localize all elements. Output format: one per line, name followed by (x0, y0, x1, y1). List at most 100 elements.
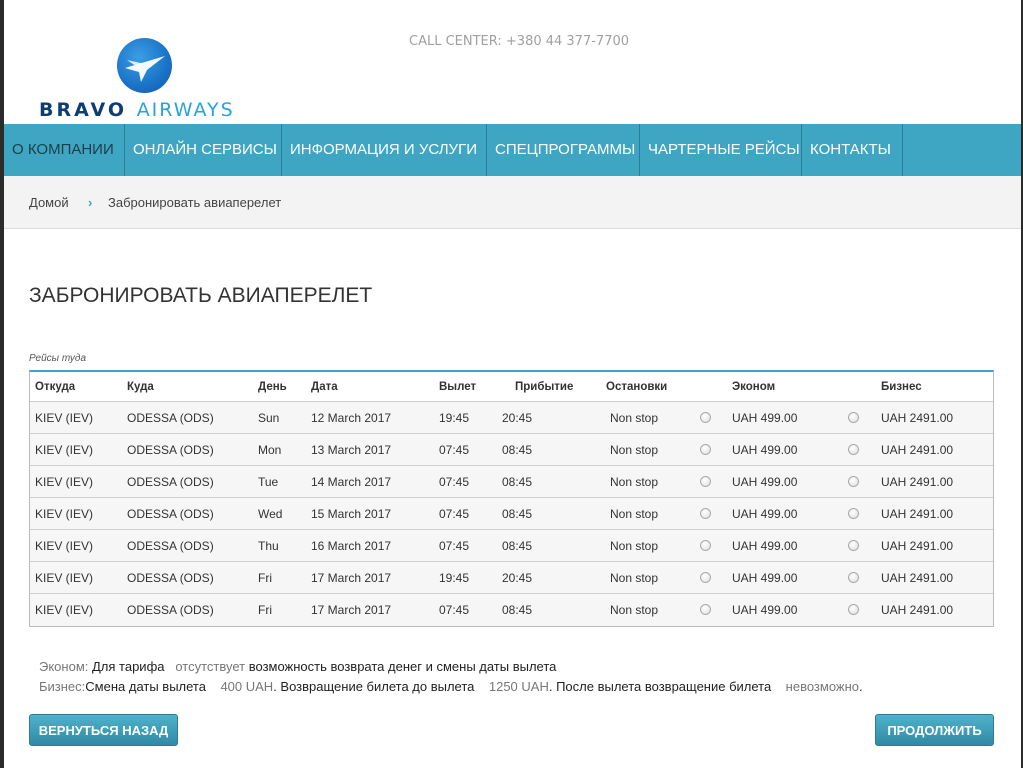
business-note: Бизнес:Смена даты вылета 400 UAH. Возвра… (39, 677, 863, 697)
breadcrumb: Домой › Забронировать авиаперелет (4, 176, 1021, 229)
main-navigation: О КОМПАНИИ ОНЛАЙН СЕРВИСЫ ИНФОРМАЦИЯ И У… (4, 124, 1021, 176)
cell-from: KIEV (IEV) (35, 475, 94, 489)
cell-to: ODESSA (ODS) (127, 571, 214, 585)
chevron-right-icon: › (88, 195, 93, 210)
business-radio-icon[interactable] (848, 572, 859, 583)
back-button[interactable]: ВЕРНУТЬСЯ НАЗАД (29, 714, 178, 746)
outbound-flights-caption: Рейсы туда (29, 353, 87, 364)
breadcrumb-home-link[interactable]: Домой (29, 195, 69, 210)
header-day: День (258, 381, 287, 393)
cell-departure: 07:45 (439, 443, 470, 457)
cell-departure: 07:45 (439, 475, 470, 489)
cell-economy-price: UAH 499.00 (732, 443, 798, 457)
cell-economy-price: UAH 499.00 (732, 571, 798, 585)
cell-arrival: 08:45 (502, 443, 533, 457)
cell-day: Fri (258, 571, 272, 585)
business-change-fee: 400 UAH (220, 679, 274, 694)
table-row: KIEV (IEV) ODESSA (ODS) Fri 17 March 201… (30, 562, 993, 594)
cell-day: Sun (258, 411, 280, 425)
breadcrumb-current: Забронировать авиаперелет (108, 195, 282, 210)
continue-button[interactable]: ПРОДОЛЖИТЬ (875, 714, 994, 746)
business-note-end: . (859, 679, 863, 694)
business-note-text: Смена даты вылета (85, 679, 206, 694)
fare-notes: Эконом: Для тарифа отсутствует возможнос… (39, 657, 863, 697)
economy-note-text: Для тарифа (92, 659, 165, 674)
header-stops: Остановки (606, 381, 668, 393)
cell-date: 16 March 2017 (311, 539, 392, 553)
cell-business-price: UAH 2491.00 (881, 603, 954, 617)
cell-business-price: UAH 2491.00 (881, 571, 954, 585)
header-economy: Эконом (732, 381, 776, 393)
cell-stops: Non stop (610, 411, 659, 425)
cell-economy-price: UAH 499.00 (732, 507, 798, 521)
table-header-row: Откуда Куда День Дата Вылет Прибытие Ост… (30, 372, 993, 402)
header-arrival: Прибытие (515, 381, 574, 393)
table-row: KIEV (IEV) ODESSA (ODS) Fri 17 March 201… (30, 594, 993, 626)
logo-word-bravo: BRAVO (39, 99, 128, 121)
cell-from: KIEV (IEV) (35, 443, 94, 457)
table-row: KIEV (IEV) ODESSA (ODS) Thu 16 March 201… (30, 530, 993, 562)
cell-stops: Non stop (610, 507, 659, 521)
nav-item-special-programs[interactable]: СПЕЦПРОГРАММЫ (487, 124, 640, 176)
nav-item-charter-flights[interactable]: ЧАРТЕРНЫЕ РЕЙСЫ (640, 124, 802, 176)
economy-radio-icon[interactable] (700, 476, 711, 487)
table-row: KIEV (IEV) ODESSA (ODS) Sun 12 March 201… (30, 402, 993, 434)
economy-radio-icon[interactable] (700, 604, 711, 615)
cell-to: ODESSA (ODS) (127, 507, 214, 521)
cell-to: ODESSA (ODS) (127, 603, 214, 617)
economy-radio-icon[interactable] (700, 412, 711, 423)
economy-radio-icon[interactable] (700, 508, 711, 519)
business-radio-icon[interactable] (848, 476, 859, 487)
cell-departure: 19:45 (439, 571, 470, 585)
economy-note-label: Эконом: (39, 659, 89, 674)
page-title: ЗАБРОНИРОВАТЬ АВИАПЕРЕЛЕТ (29, 284, 373, 307)
cell-stops: Non stop (610, 603, 659, 617)
cell-to: ODESSA (ODS) (127, 475, 214, 489)
cell-economy-price: UAH 499.00 (732, 603, 798, 617)
business-radio-icon[interactable] (848, 444, 859, 455)
nav-item-info-services[interactable]: ИНФОРМАЦИЯ И УСЛУГИ (282, 124, 487, 176)
economy-radio-icon[interactable] (700, 540, 711, 551)
cell-day: Fri (258, 603, 272, 617)
cell-business-price: UAH 2491.00 (881, 507, 954, 521)
economy-radio-icon[interactable] (700, 444, 711, 455)
nav-item-contacts[interactable]: КОНТАКТЫ (802, 124, 903, 176)
table-row: KIEV (IEV) ODESSA (ODS) Mon 13 March 201… (30, 434, 993, 466)
cell-economy-price: UAH 499.00 (732, 411, 798, 425)
business-radio-icon[interactable] (848, 412, 859, 423)
cell-arrival: 08:45 (502, 475, 533, 489)
header-from: Откуда (35, 381, 76, 393)
cell-to: ODESSA (ODS) (127, 411, 214, 425)
cell-business-price: UAH 2491.00 (881, 411, 954, 425)
cell-from: KIEV (IEV) (35, 411, 94, 425)
business-radio-icon[interactable] (848, 508, 859, 519)
business-note-label: Бизнес: (39, 679, 86, 694)
cell-stops: Non stop (610, 539, 659, 553)
business-refund-fee: 1250 UAH (488, 679, 549, 694)
cell-day: Mon (258, 443, 282, 457)
business-radio-icon[interactable] (848, 540, 859, 551)
cell-business-price: UAH 2491.00 (881, 539, 954, 553)
cell-departure: 07:45 (439, 603, 470, 617)
cell-date: 15 March 2017 (311, 507, 392, 521)
economy-note: Эконом: Для тарифа отсутствует возможнос… (39, 657, 863, 677)
table-row: KIEV (IEV) ODESSA (ODS) Wed 15 March 201… (30, 498, 993, 530)
business-radio-icon[interactable] (848, 604, 859, 615)
business-note-text3: . После вылета возвращение билета (548, 679, 772, 694)
nav-item-online-services[interactable]: ОНЛАЙН СЕРВИСЫ (125, 124, 282, 176)
cell-from: KIEV (IEV) (35, 539, 94, 553)
header-to: Куда (127, 381, 154, 393)
site-header: BRAVO AIRWAYS CALL CENTER: +380 44 377-7… (4, 0, 1021, 124)
cell-economy-price: UAH 499.00 (732, 475, 798, 489)
cell-arrival: 20:45 (502, 571, 533, 585)
cell-arrival: 20:45 (502, 411, 533, 425)
cell-departure: 07:45 (439, 539, 470, 553)
cell-from: KIEV (IEV) (35, 571, 94, 585)
cell-arrival: 08:45 (502, 603, 533, 617)
plane-logo-icon[interactable] (117, 38, 172, 93)
nav-item-about[interactable]: О КОМПАНИИ (4, 124, 125, 176)
economy-radio-icon[interactable] (700, 572, 711, 583)
cell-from: KIEV (IEV) (35, 507, 94, 521)
cell-stops: Non stop (610, 443, 659, 457)
brand-logo-text[interactable]: BRAVO AIRWAYS (39, 99, 235, 121)
